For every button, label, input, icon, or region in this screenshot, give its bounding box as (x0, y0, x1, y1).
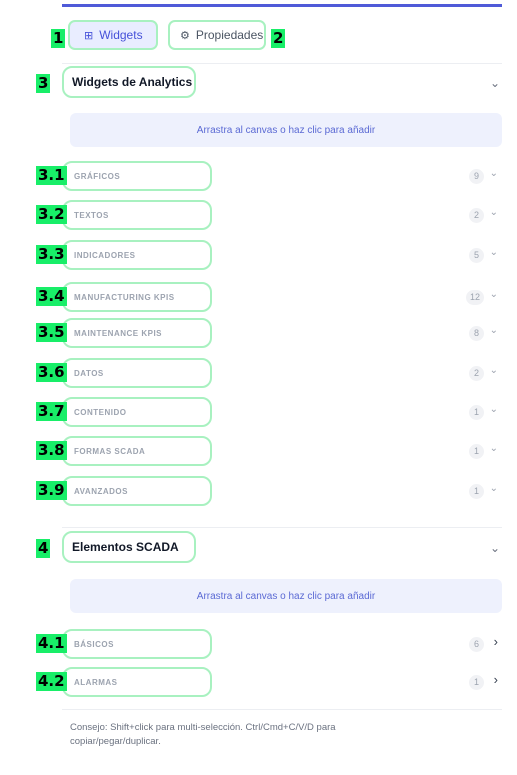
callout-label: 3.8 (36, 441, 67, 460)
category-label: CONTENIDO (74, 407, 127, 417)
count-badge: 8 (469, 326, 484, 341)
callout-label: 3.9 (36, 481, 67, 500)
count-badge: 1 (469, 675, 484, 690)
chevron-down-icon: ⌄ (489, 325, 498, 336)
category-label-box: FORMAS SCADA (62, 436, 212, 466)
chevron-down-icon: ⌄ (489, 168, 498, 179)
callout-label: 4.2 (36, 672, 67, 691)
chevron-down-icon: ⌄ (489, 207, 498, 218)
callout-label: 3 (36, 74, 51, 93)
chevron-down-icon: ⌄ (489, 247, 498, 258)
category-label-box: CONTENIDO (62, 397, 212, 427)
category-label: GRÁFICOS (74, 171, 121, 181)
section-analytics-header[interactable]: Widgets de Analytics ⌄ (62, 66, 502, 102)
scada-drop-hint[interactable]: Arrastra al canvas o haz clic para añadi… (70, 579, 502, 613)
count-badge: 5 (469, 248, 484, 263)
callout-label: 2 (271, 29, 286, 48)
count-badge: 1 (469, 405, 484, 420)
callout-label: 3.1 (36, 166, 67, 185)
category-label: BÁSICOS (74, 639, 114, 649)
category-manufacturing-kpis[interactable]: MANUFACTURING KPIS 12 ⌄ (62, 282, 502, 312)
chevron-down-icon: ⌄ (489, 365, 498, 376)
category-indicadores[interactable]: INDICADORES 5 ⌄ (62, 240, 502, 270)
count-badge: 6 (469, 637, 484, 652)
category-label-box: DATOS (62, 358, 212, 388)
category-label: FORMAS SCADA (74, 446, 146, 456)
tip-text: Consejo: Shift+click para multi-selecció… (70, 722, 336, 747)
tab-properties-label: Propiedades (195, 28, 264, 42)
section-divider (62, 527, 502, 528)
category-datos[interactable]: DATOS 2 ⌄ (62, 358, 502, 388)
category-label: TEXTOS (74, 210, 109, 220)
callout-label: 3.7 (36, 402, 67, 421)
callout-label: 3.5 (36, 323, 67, 342)
chevron-right-icon: › (493, 672, 498, 687)
callout-label: 4 (36, 539, 51, 558)
grid-icon: ⊞ (84, 29, 94, 42)
category-label: AVANZADOS (74, 486, 128, 496)
category-label: INDICADORES (74, 250, 136, 260)
category-label-box: TEXTOS (62, 200, 212, 230)
category-label-box: AVANZADOS (62, 476, 212, 506)
category-avanzados[interactable]: AVANZADOS 1 ⌄ (62, 476, 502, 506)
callout-label: 3.3 (36, 245, 67, 264)
count-badge: 2 (469, 208, 484, 223)
category-label-box: BÁSICOS (62, 629, 212, 659)
top-accent-line (62, 4, 502, 7)
chevron-down-icon: ⌄ (489, 289, 498, 300)
count-badge: 9 (469, 169, 484, 184)
chevron-down-icon: ⌄ (489, 483, 498, 494)
callout-label: 3.4 (36, 287, 67, 306)
category-formas-scada[interactable]: FORMAS SCADA 1 ⌄ (62, 436, 502, 466)
gear-icon: ⚙ (180, 29, 190, 42)
category-basicos[interactable]: BÁSICOS 6 › (62, 629, 502, 659)
section-divider (62, 709, 502, 710)
tab-widgets[interactable]: ⊞ Widgets (68, 20, 158, 50)
scada-drop-hint-text: Arrastra al canvas o haz clic para añadi… (196, 590, 376, 602)
category-graficos[interactable]: GRÁFICOS 9 ⌄ (62, 161, 502, 191)
category-alarmas[interactable]: ALARMAS 1 › (62, 667, 502, 697)
callout-label: 1 (51, 29, 66, 48)
chevron-down-icon: ⌄ (489, 443, 498, 454)
callout-label: 4.1 (36, 634, 67, 653)
count-badge: 2 (469, 366, 484, 381)
callout-label: 3.2 (36, 205, 67, 224)
category-label-box: MANUFACTURING KPIS (62, 282, 212, 312)
chevron-down-icon[interactable]: ⌄ (490, 541, 500, 555)
category-contenido[interactable]: CONTENIDO 1 ⌄ (62, 397, 502, 427)
callout-label: 3.6 (36, 363, 67, 382)
category-label-box: GRÁFICOS (62, 161, 212, 191)
category-label-box: MAINTENANCE KPIS (62, 318, 212, 348)
analytics-drop-hint[interactable]: Arrastra al canvas o haz clic para añadi… (70, 113, 502, 147)
count-badge: 1 (469, 484, 484, 499)
section-analytics-title-box: Widgets de Analytics (62, 66, 196, 98)
tab-properties[interactable]: ⚙ Propiedades (168, 20, 266, 50)
section-scada-header[interactable]: Elementos SCADA ⌄ (62, 531, 502, 567)
chevron-right-icon: › (493, 634, 498, 649)
category-textos[interactable]: TEXTOS 2 ⌄ (62, 200, 502, 230)
category-maintenance-kpis[interactable]: MAINTENANCE KPIS 8 ⌄ (62, 318, 502, 348)
tab-widgets-label: Widgets (99, 28, 143, 42)
chevron-down-icon: ⌄ (489, 404, 498, 415)
count-badge: 1 (469, 444, 484, 459)
category-label: MAINTENANCE KPIS (74, 328, 163, 338)
category-label-box: ALARMAS (62, 667, 212, 697)
analytics-drop-hint-text: Arrastra al canvas o haz clic para añadi… (196, 124, 376, 136)
section-scada-title-box: Elementos SCADA (62, 531, 196, 563)
count-badge: 12 (465, 290, 484, 305)
chevron-down-icon[interactable]: ⌄ (490, 76, 500, 90)
section-scada-title: Elementos SCADA (72, 540, 179, 554)
category-label-box: INDICADORES (62, 240, 212, 270)
category-label: DATOS (74, 368, 104, 378)
section-analytics-title: Widgets de Analytics (72, 75, 193, 89)
category-label: ALARMAS (74, 677, 118, 687)
category-label: MANUFACTURING KPIS (74, 292, 175, 302)
